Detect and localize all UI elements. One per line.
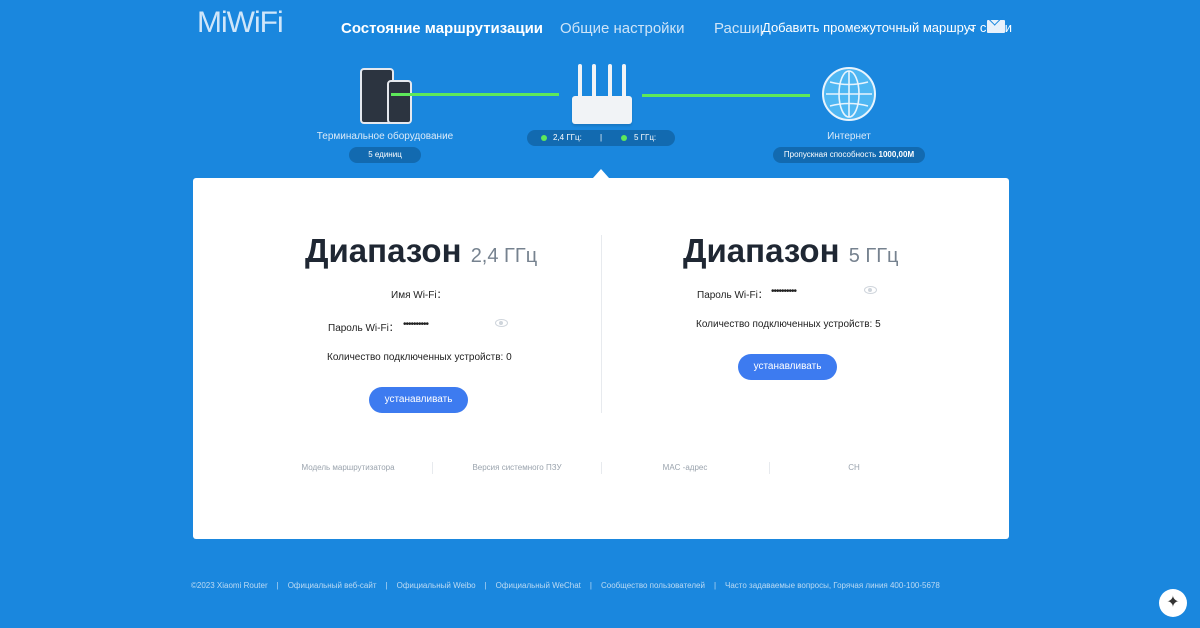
band24-freq: 2,4 ГГц [470,245,538,267]
band5-password-value: •••••••••• [771,286,797,297]
globe-icon[interactable] [822,67,876,121]
footer-link-wechat[interactable]: Официальный WeChat [496,581,581,590]
card-pointer [593,169,609,178]
band5-title-text: Диапазон [683,232,840,269]
footer-separator: | [276,581,279,590]
info-separator [769,462,770,474]
phone-icon [387,80,412,124]
footer-link-weibo[interactable]: Официальный Weibo [397,581,476,590]
bands-divider [601,235,602,413]
band5-eye-icon[interactable] [864,286,877,294]
footer-copyright: ©2023 Xiaomi Router [191,581,268,590]
band24-status-dot [541,135,547,141]
footer-link-website[interactable]: Официальный веб-сайт [288,581,377,590]
info-separator [432,462,433,474]
miwifi-logo[interactable]: MiWiFi [197,6,284,40]
band5-status-label: 5 ГГц: [634,133,657,142]
wifi-bands-card: Диапазон 2,4 ГГц Имя Wi-Fi： Пароль Wi-Fi… [193,178,1009,539]
bandwidth-value: 1000,00M [878,150,915,159]
channel-label: CH [848,463,860,472]
band5-settings-button[interactable]: устанавливать [738,354,837,380]
devices-label: Терминальное оборудование [316,131,454,142]
bandwidth-prefix: Пропускная способность [783,150,877,159]
band24-connected-count: Количество подключенных устройств: 0 [327,352,512,363]
internet-label: Интернет [827,131,871,142]
band-status-pill: 2,4 ГГц: | 5 ГГц: [527,130,675,146]
footer-separator: | [385,581,388,590]
footer-link-faq-hotline[interactable]: Часто задаваемые вопросы, Горячая линия … [725,581,940,590]
band5-status-dot [621,135,627,141]
band24-title-text: Диапазон [305,232,462,269]
footer-separator: | [713,581,717,590]
devices-router-link [391,93,559,96]
band5-connected-count: Количество подключенных устройств: 5 [696,319,881,330]
footer-link-community[interactable]: Сообщество пользователей [601,581,705,590]
band24-eye-icon[interactable] [495,319,508,327]
band5-freq: 5 ГГц [848,245,899,267]
nav-advanced-settings[interactable]: Расширенные настройки [714,20,762,37]
band24-wifi-password-label: Пароль Wi-Fi： [328,323,399,334]
nav-general-settings[interactable]: Общие настройки [560,20,685,37]
mac-address-label: MAC -адрес [662,463,708,472]
info-separator [601,462,602,474]
band24-wifi-name-label: Имя Wi-Fi： [391,290,447,301]
mail-icon[interactable] [987,20,1005,33]
band5-wifi-password-label: Пароль Wi-Fi： [697,290,768,301]
devices-count-badge: 5 единиц [349,147,421,163]
footer-separator: | [484,581,487,590]
footer-separator: | [589,581,592,590]
band24-title: Диапазон 2,4 ГГц [305,232,537,270]
rom-version-label: Версия системного ПЗУ [472,463,562,472]
band24-password-value: •••••••••• [403,319,429,330]
band24-status-label: 2,4 ГГц: [553,133,582,142]
footer: ©2023 Xiaomi Router | Официальный веб-сайт… [191,581,940,590]
assistant-icon[interactable]: ✦ [1159,589,1187,617]
band-divider: | [600,133,603,142]
nav-routing-status[interactable]: Состояние маршрутизации [341,20,543,37]
band24-settings-button[interactable]: устанавливать [369,387,468,413]
chevron-down-icon[interactable]: ⌄ [966,18,978,35]
band5-title: Диапазон 5 ГГц [683,232,898,270]
bandwidth-badge: Пропускная способность 1000,00M [773,147,925,163]
router-model-label: Модель маршрутизатора [301,463,395,472]
router-internet-link [642,94,810,97]
